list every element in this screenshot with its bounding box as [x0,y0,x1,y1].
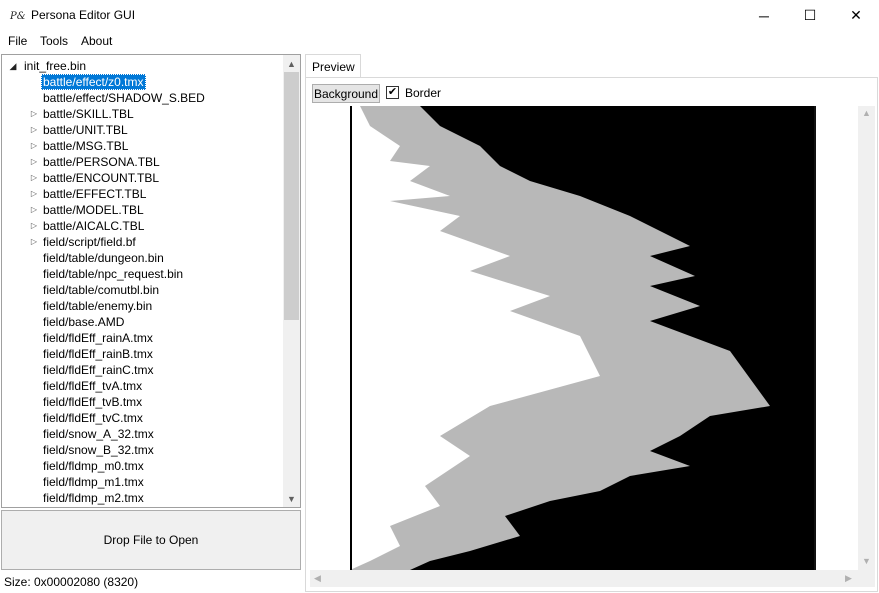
tree-item[interactable]: field/fldmp_m1.tmx [2,474,285,490]
tree-item[interactable]: field/table/dungeon.bin [2,250,285,266]
tree-item-label: battle/effect/SHADOW_S.BED [43,91,205,105]
tree-item-label: battle/EFFECT.TBL [43,187,147,201]
drop-file-area[interactable]: Drop File to Open [1,510,301,570]
preview-canvas [310,106,858,570]
tree-item-label: field/fldEff_rainB.tmx [43,347,153,361]
tree-item[interactable]: field/base.AMD [2,314,285,330]
scroll-right-arrow-icon[interactable]: ▶ [845,573,852,584]
scroll-up-arrow-icon[interactable]: ▲ [862,108,871,118]
tree-item-label: field/script/field.bf [43,235,136,249]
tree-item-label: field/fldEff_rainA.tmx [43,331,153,345]
tree-item-label: field/table/dungeon.bin [43,251,164,265]
scrollbar-thumb[interactable] [284,72,299,320]
tree-root-label: init_free.bin [24,59,87,73]
tree-item[interactable]: field/fldEff_tvB.tmx [2,394,285,410]
tree-item[interactable]: ▷ battle/UNIT.TBL [2,122,285,138]
tree-item-label: battle/SKILL.TBL [43,107,134,121]
status-text: Size: 0x00002080 (8320) [4,575,139,589]
border-checkbox[interactable]: ✔ [386,86,399,99]
tree-item[interactable]: ▷ field/script/field.bf [2,234,285,250]
tree-item-label: battle/effect/z0.tmx [41,74,146,90]
tree-item-label: field/table/comutbl.bin [43,283,160,297]
window-title: Persona Editor GUI [31,8,136,22]
tree-item-label: battle/MSG.TBL [43,139,129,153]
tree-item[interactable]: battle/effect/SHADOW_S.BED [2,90,285,106]
tree-item[interactable]: field/fldmp_m2.tmx [2,490,285,506]
tree-item-label: field/fldEff_tvC.tmx [43,411,143,425]
texture-preview-image [350,106,816,570]
expand-arrow-icon[interactable]: ▷ [29,106,39,122]
tree-item-label: field/fldmp_m2.tmx [43,491,144,505]
scroll-down-arrow-icon[interactable]: ▼ [283,490,300,507]
tree-item[interactable]: ▷ battle/SKILL.TBL [2,106,285,122]
tree-item-label: field/table/enemy.bin [43,299,153,313]
preview-vertical-scrollbar[interactable]: ▲ ▼ [858,106,875,570]
tree-item-label: field/table/npc_request.bin [43,267,184,281]
app-icon: P& [9,8,25,22]
svg-text:P&: P& [9,11,25,22]
tree-item-label: field/snow_A_32.tmx [43,427,154,441]
preview-horizontal-scrollbar[interactable]: ◀ ▶ [310,570,858,587]
tree-item-label: field/fldEff_tvB.tmx [43,395,143,409]
tree-item-label: field/base.AMD [43,315,125,329]
title-bar: P& Persona Editor GUI ─ ☐ ✕ [0,0,879,31]
tree-scrollbar[interactable]: ▲ ▼ [283,55,300,507]
tree-item[interactable]: field/fldEff_tvA.tmx [2,378,285,394]
scroll-down-arrow-icon[interactable]: ▼ [862,556,871,566]
tree-item-label: field/snow_B_32.tmx [43,443,154,457]
tree-item-label: field/fldEff_rainC.tmx [43,363,154,377]
expand-arrow-icon[interactable]: ▷ [29,234,39,250]
expand-arrow-icon[interactable]: ▷ [29,170,39,186]
menu-bar: File Tools About [0,31,879,51]
tree-item[interactable]: battle/effect/z0.tmx [2,74,285,90]
tree-item[interactable]: field/fldEff_rainA.tmx [2,330,285,346]
file-tree[interactable]: ◢ init_free.bin battle/effect/z0.tmx batt… [1,54,301,508]
tree-item[interactable]: field/snow_A_32.tmx [2,426,285,442]
menu-file[interactable]: File [8,34,27,48]
scroll-left-arrow-icon[interactable]: ◀ [314,573,321,584]
tree-item-label: field/fldmp_m0.tmx [43,459,144,473]
tab-preview[interactable]: Preview [305,54,361,77]
tree-item[interactable]: field/table/comutbl.bin [2,282,285,298]
menu-about[interactable]: About [81,34,112,48]
tree-item-label: field/fldEff_tvA.tmx [43,379,143,393]
expand-arrow-icon[interactable]: ▷ [29,122,39,138]
tree-item[interactable]: ▷ battle/AICALC.TBL [2,218,285,234]
expand-arrow-icon[interactable]: ▷ [29,138,39,154]
scroll-up-arrow-icon[interactable]: ▲ [283,55,300,72]
tree-item-label: battle/UNIT.TBL [43,123,128,137]
expand-arrow-icon[interactable]: ▷ [29,202,39,218]
tree-item[interactable]: ▷ battle/MSG.TBL [2,138,285,154]
tree-item-label: battle/AICALC.TBL [43,219,145,233]
tree-item[interactable]: field/fldEff_tvC.tmx [2,410,285,426]
tree-item-label: battle/ENCOUNT.TBL [43,171,160,185]
close-button[interactable]: ✕ [833,0,879,31]
tree-item[interactable]: field/table/npc_request.bin [2,266,285,282]
tree-item-label: field/fldmp_m1.tmx [43,475,144,489]
expand-arrow-icon[interactable]: ▷ [29,186,39,202]
tree-item[interactable]: field/table/enemy.bin [2,298,285,314]
expand-arrow-icon[interactable]: ▷ [29,154,39,170]
tree-item-label: battle/MODEL.TBL [43,203,144,217]
expand-arrow-icon[interactable]: ▷ [29,218,39,234]
background-button[interactable]: Background [312,84,380,103]
border-checkbox-label: Border [405,86,442,100]
tree-item[interactable]: field/fldEff_rainB.tmx [2,346,285,362]
tree-root[interactable]: ◢ init_free.bin [2,58,285,74]
maximize-button[interactable]: ☐ [787,0,833,31]
scrollbar-corner [858,570,875,587]
tree-item[interactable]: ▷ battle/EFFECT.TBL [2,186,285,202]
tree-item[interactable]: ▷ battle/ENCOUNT.TBL [2,170,285,186]
tree-item[interactable]: ▷ battle/MODEL.TBL [2,202,285,218]
collapse-arrow-icon[interactable]: ◢ [8,58,18,74]
minimize-button[interactable]: ─ [741,0,787,31]
tree-item[interactable]: field/snow_B_32.tmx [2,442,285,458]
tree-item[interactable]: field/fldEff_rainC.tmx [2,362,285,378]
tree-item-label: battle/PERSONA.TBL [43,155,160,169]
tree-item[interactable]: field/fldmp_m0.tmx [2,458,285,474]
tree-item[interactable]: ▷ battle/PERSONA.TBL [2,154,285,170]
menu-tools[interactable]: Tools [40,34,68,48]
